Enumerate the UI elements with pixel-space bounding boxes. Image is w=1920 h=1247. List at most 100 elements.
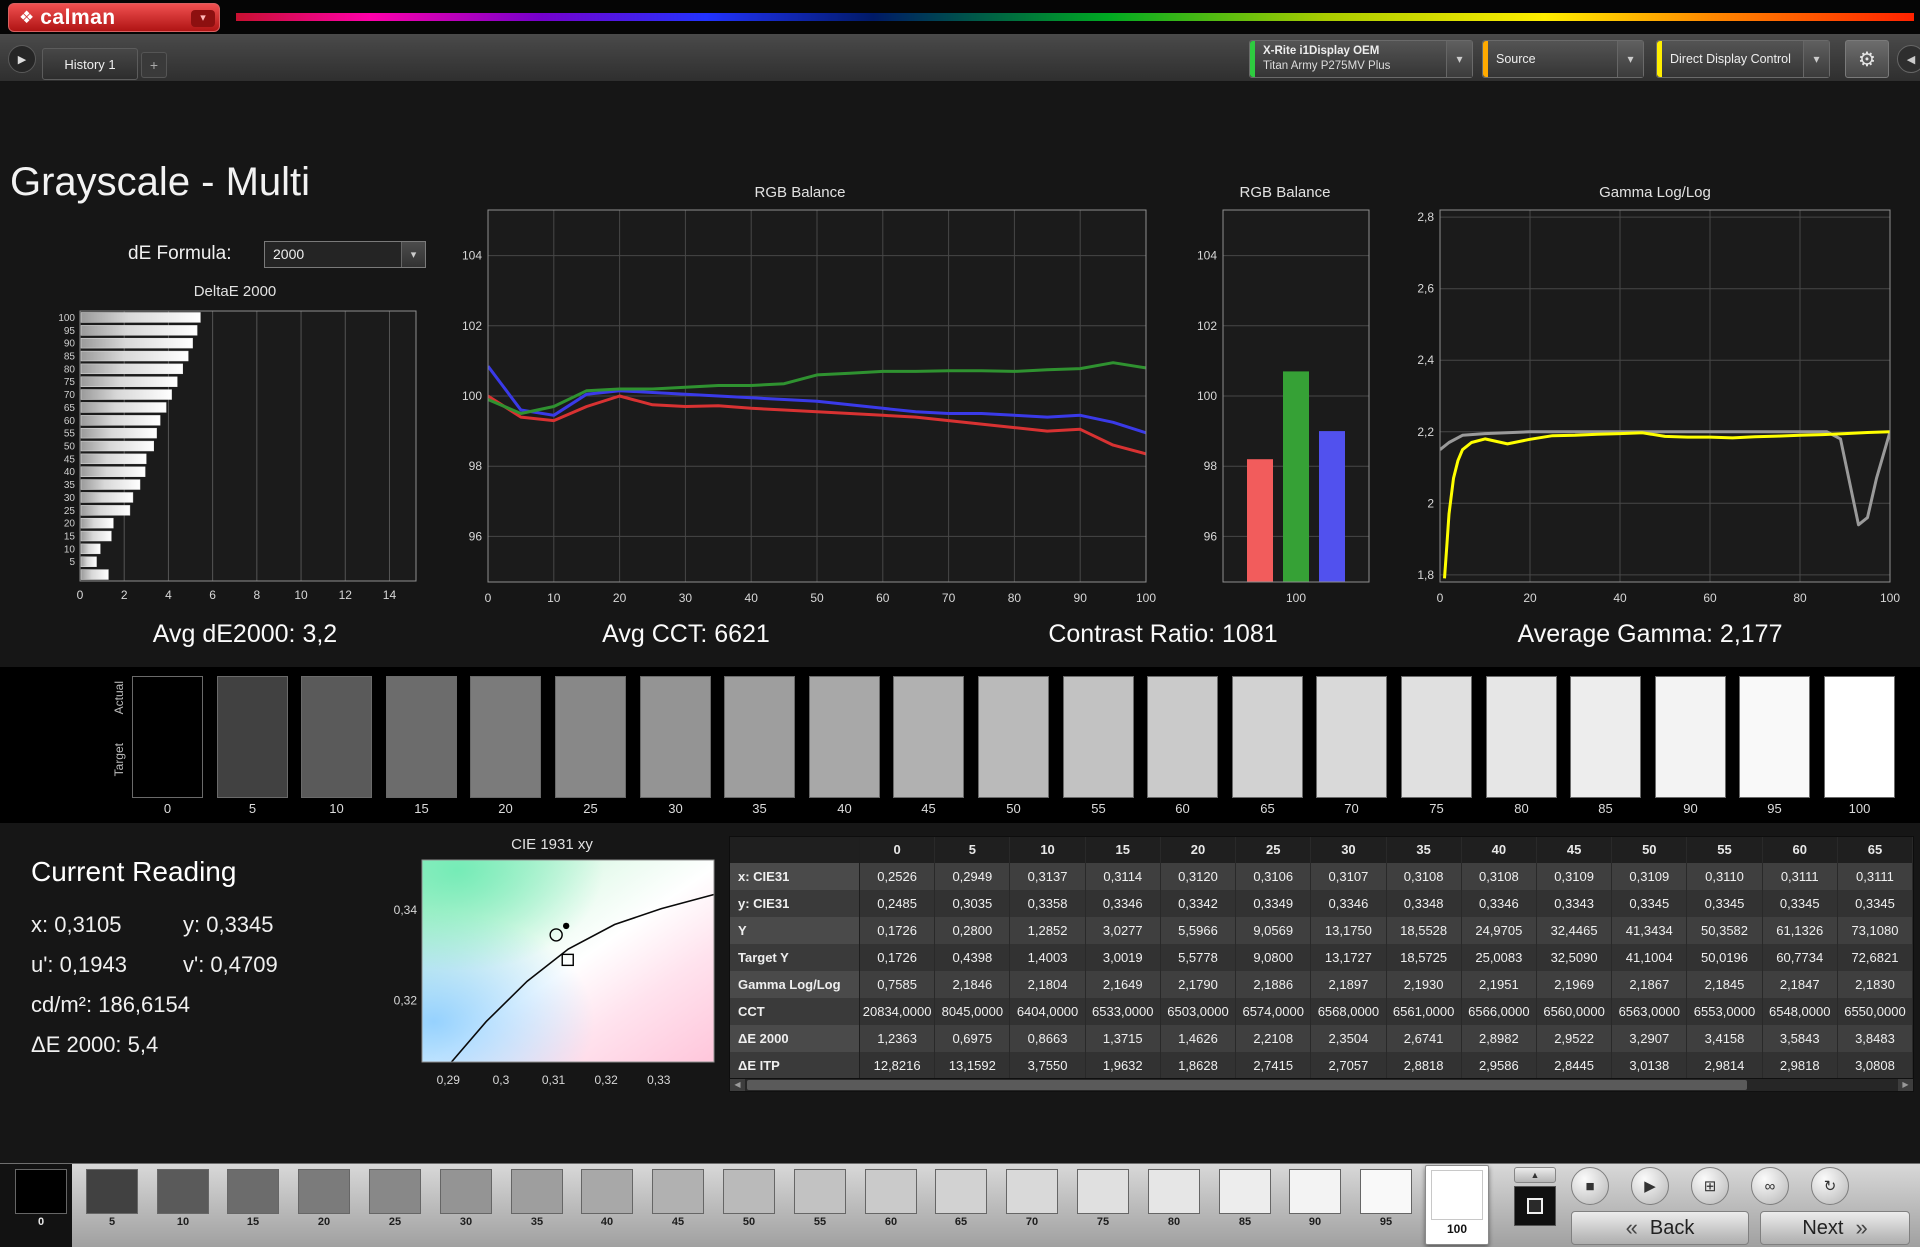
pattern-swatch-button[interactable]: 55 — [794, 1169, 846, 1228]
play-button[interactable]: ▶ — [1631, 1167, 1669, 1205]
pattern-swatch-color — [15, 1169, 67, 1214]
table-column-header: 5 — [935, 837, 1011, 863]
table-cell: 0,6975 — [935, 1025, 1011, 1052]
pattern-swatch-button[interactable]: 25 — [369, 1169, 421, 1228]
calman-logo-menu[interactable]: ❖ calman ▾ — [8, 3, 220, 32]
pattern-swatch-button[interactable]: 65 — [935, 1169, 987, 1228]
pattern-swatch-button[interactable]: 5 — [86, 1169, 138, 1228]
gamma-chart-canvas: 0 20 40 60 80 100 1,8 2 2,2 2,4 2,6 2,8 — [1417, 209, 1900, 605]
pattern-swatch-button[interactable]: 100 — [1425, 1165, 1489, 1245]
de-formula-dropdown[interactable]: 2000 ▾ — [264, 241, 426, 268]
svg-text:20: 20 — [1523, 591, 1537, 605]
table-cell: 9,0569 — [1236, 917, 1312, 944]
pattern-swatch-button[interactable]: 60 — [865, 1169, 917, 1228]
page-title: Grayscale - Multi — [10, 160, 311, 204]
pattern-window-button[interactable] — [1514, 1186, 1556, 1226]
continuous-measure-button[interactable]: ∞ — [1751, 1167, 1789, 1205]
pattern-swatch-button[interactable]: 0 — [15, 1169, 67, 1228]
source-dropdown[interactable]: Source ▾ — [1482, 40, 1644, 78]
pattern-swatch-button[interactable]: 10 — [157, 1169, 209, 1228]
next-button[interactable]: Next » — [1760, 1211, 1910, 1245]
svg-text:40: 40 — [64, 467, 76, 478]
svg-text:65: 65 — [64, 403, 76, 414]
chevron-down-icon[interactable]: ▾ — [1617, 41, 1643, 77]
pattern-swatch-button[interactable]: 15 — [227, 1169, 279, 1228]
pattern-swatch-label: 85 — [1238, 1216, 1252, 1228]
logo-dropdown-arrow-icon[interactable]: ▾ — [191, 10, 215, 27]
svg-text:100: 100 — [1880, 591, 1900, 605]
pattern-swatch-button[interactable]: 75 — [1077, 1169, 1129, 1228]
pattern-swatch-button[interactable]: 70 — [1006, 1169, 1058, 1228]
pattern-swatch-color — [227, 1169, 279, 1214]
pattern-swatch-color — [86, 1169, 138, 1214]
pattern-swatch-button[interactable]: 35 — [511, 1169, 563, 1228]
pattern-swatch-label: 0 — [37, 1216, 45, 1228]
table-cell: 6561,0000 — [1387, 998, 1462, 1025]
pattern-swatch-button[interactable]: 45 — [652, 1169, 704, 1228]
table-column-header: 40 — [1462, 837, 1537, 863]
svg-text:0,32: 0,32 — [394, 994, 418, 1008]
pattern-swatch-button[interactable]: 85 — [1219, 1169, 1271, 1228]
table-column-header: 55 — [1687, 837, 1763, 863]
nav-expand-button[interactable]: ▶ — [8, 45, 36, 73]
pattern-swatch-color — [1219, 1169, 1271, 1214]
scroll-left-button[interactable]: ◀ — [730, 1079, 745, 1091]
chevron-down-icon[interactable]: ▾ — [401, 242, 425, 267]
table-cell: 2,1804 — [1010, 971, 1086, 998]
chevron-down-icon[interactable]: ▾ — [1803, 41, 1829, 77]
table-cell: 13,1727 — [1311, 944, 1387, 971]
table-cell: 32,4465 — [1537, 917, 1613, 944]
table-cell: 50,0196 — [1687, 944, 1763, 971]
table-row: ΔE 2000 1,2363 0,6975 0,8663 1,3715 1,4626 2,2… — [730, 1025, 1914, 1052]
table-row: Gamma Log/Log 0,7585 2,1846 2,1804 2,1649 2,1… — [730, 971, 1914, 998]
grayscale-swatch — [1570, 676, 1641, 798]
svg-text:35: 35 — [64, 480, 76, 491]
chevron-down-icon[interactable]: ▾ — [1446, 41, 1472, 77]
pattern-swatch-button[interactable]: 40 — [581, 1169, 633, 1228]
pattern-swatch-button[interactable]: 90 — [1289, 1169, 1341, 1228]
display-control-dropdown[interactable]: Direct Display Control ▾ — [1656, 40, 1830, 78]
table-column-header: 50 — [1612, 837, 1688, 863]
pattern-swatch-label: 80 — [1167, 1216, 1181, 1228]
scroll-right-button[interactable]: ▶ — [1898, 1079, 1913, 1091]
pattern-swatch-button[interactable]: 95 — [1360, 1169, 1412, 1228]
play-icon: ▶ — [17, 53, 27, 66]
pattern-swatch-button[interactable]: 30 — [440, 1169, 492, 1228]
pattern-up-button[interactable]: ▲ — [1514, 1167, 1556, 1183]
grayscale-swatch-label: 40 — [837, 801, 852, 816]
table-row-label: Gamma Log/Log — [730, 971, 860, 998]
table-scrollbar[interactable]: ◀ ▶ — [729, 1078, 1914, 1092]
back-chevrons-icon: « — [1625, 1215, 1638, 1240]
pattern-grid-button[interactable]: ⊞ — [1691, 1167, 1729, 1205]
table-cell: 25,0083 — [1462, 944, 1537, 971]
table-cell: 0,3120 — [1161, 863, 1237, 890]
svg-text:10: 10 — [547, 591, 561, 605]
pattern-swatch-label: 35 — [530, 1216, 544, 1228]
table-cell: 24,9705 — [1462, 917, 1537, 944]
table-cell: 2,7415 — [1236, 1052, 1312, 1079]
grayscale-swatch — [301, 676, 372, 798]
settings-button[interactable]: ⚙ — [1845, 40, 1889, 78]
scrollbar-thumb[interactable] — [747, 1080, 1747, 1090]
svg-text:2,4: 2,4 — [1417, 353, 1434, 367]
refresh-button[interactable]: ↻ — [1811, 1167, 1849, 1205]
left-arrow-icon: ◀ — [1906, 53, 1916, 66]
table-cell: 0,3111 — [1763, 863, 1838, 890]
svg-text:15: 15 — [64, 532, 76, 543]
tab-history-1[interactable]: History 1 — [42, 48, 138, 80]
stop-button[interactable]: ■ — [1571, 1167, 1609, 1205]
collapse-panel-button[interactable]: ◀ — [1897, 45, 1920, 73]
back-button[interactable]: « Back — [1571, 1211, 1749, 1245]
add-tab-button[interactable]: + — [141, 52, 167, 78]
table-cell: 2,8818 — [1387, 1052, 1462, 1079]
svg-text:60: 60 — [64, 416, 76, 427]
table-cell: 0,3111 — [1838, 863, 1914, 890]
calman-window: ❖ calman ▾ ▶ History 1 + X-Rite i1Displa… — [0, 0, 1920, 1247]
reading-delta-e: ΔE 2000: 5,4 — [31, 1032, 159, 1057]
top-bar: ❖ calman ▾ — [0, 0, 1920, 34]
pattern-swatch-button[interactable]: 20 — [298, 1169, 350, 1228]
pattern-swatch-button[interactable]: 80 — [1148, 1169, 1200, 1228]
pattern-swatch-button[interactable]: 50 — [723, 1169, 775, 1228]
infinity-icon: ∞ — [1764, 1177, 1776, 1195]
meter-dropdown[interactable]: X-Rite i1Display OEM Titan Army P275MV P… — [1249, 40, 1473, 78]
